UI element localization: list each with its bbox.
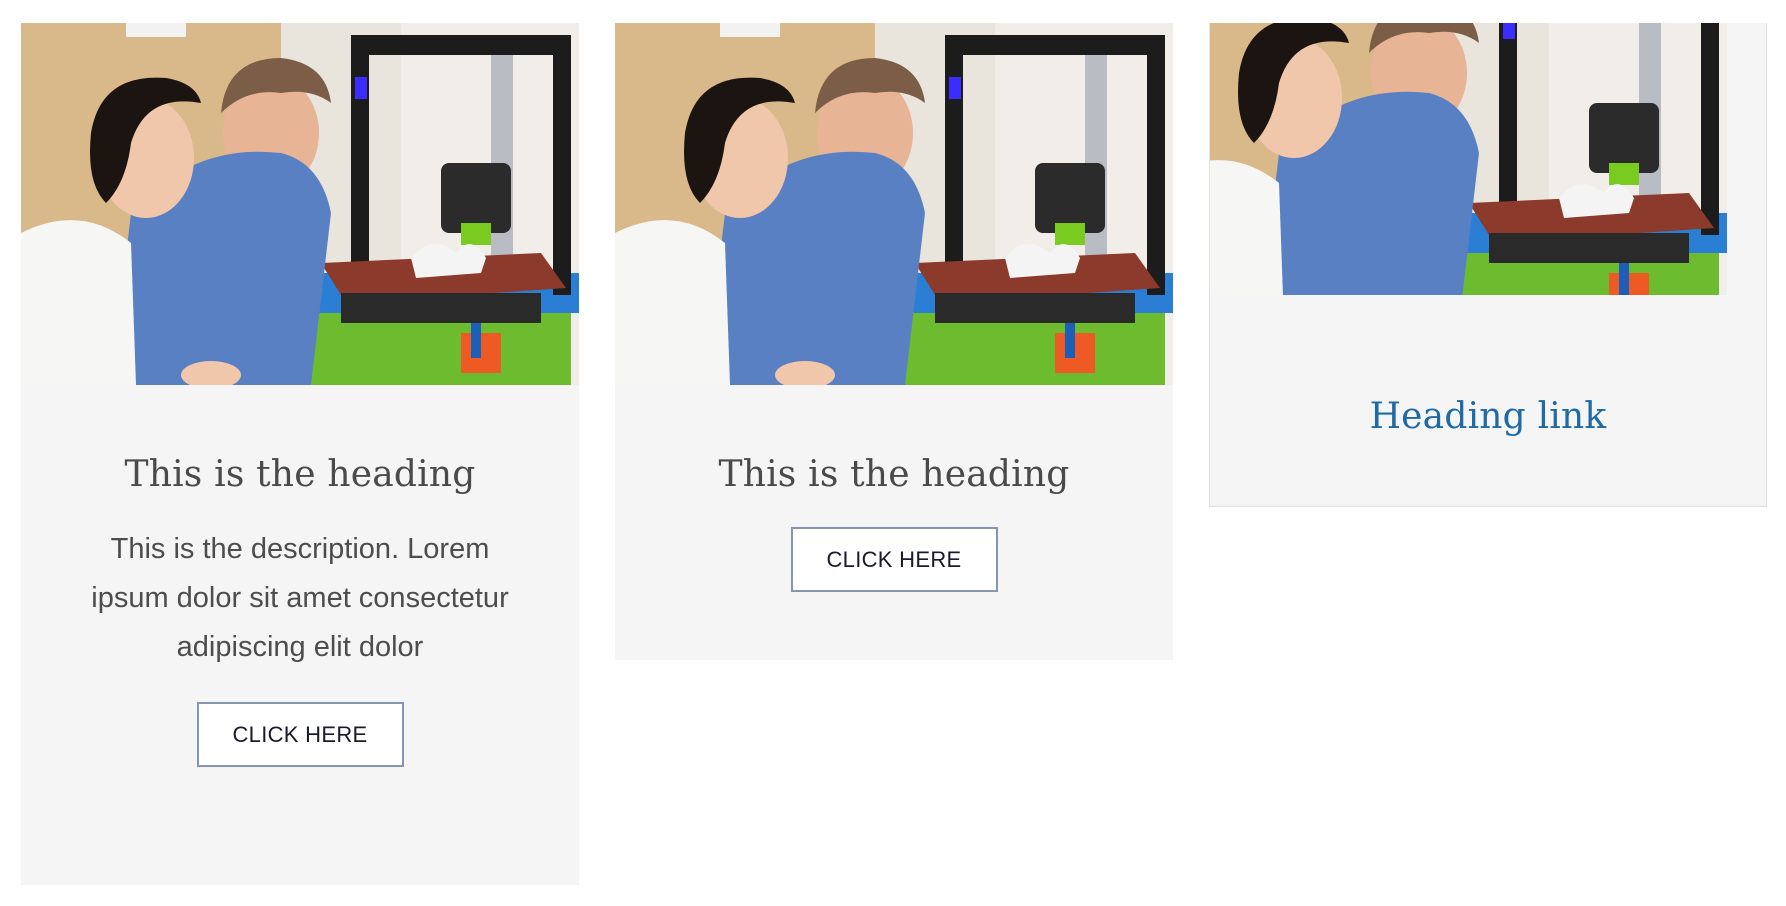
card-image	[615, 23, 1173, 385]
card-3: Heading link	[1209, 23, 1767, 507]
3d-printer-lab-photo-icon	[21, 23, 579, 385]
card-body: Heading link	[1210, 325, 1766, 439]
card-heading: This is the heading	[124, 454, 476, 495]
3d-printer-lab-photo-icon	[615, 23, 1173, 385]
card-heading: This is the heading	[718, 454, 1070, 495]
3d-printer-lab-photo-icon	[1210, 23, 1766, 325]
card-image	[21, 23, 579, 385]
card-2: This is the heading CLICK HERE	[615, 23, 1173, 660]
card-body: This is the heading CLICK HERE	[615, 385, 1173, 592]
heading-link[interactable]: Heading link	[1370, 396, 1607, 437]
click-here-button[interactable]: CLICK HERE	[196, 702, 404, 767]
click-here-button[interactable]: CLICK HERE	[790, 527, 998, 592]
card-description: This is the description. Lorem ipsum dol…	[91, 533, 509, 663]
card-heading: Heading link	[1210, 395, 1766, 439]
card-body: This is the heading This is the descript…	[21, 385, 579, 767]
card-image	[1210, 23, 1766, 325]
card-1: This is the heading This is the descript…	[21, 23, 579, 885]
